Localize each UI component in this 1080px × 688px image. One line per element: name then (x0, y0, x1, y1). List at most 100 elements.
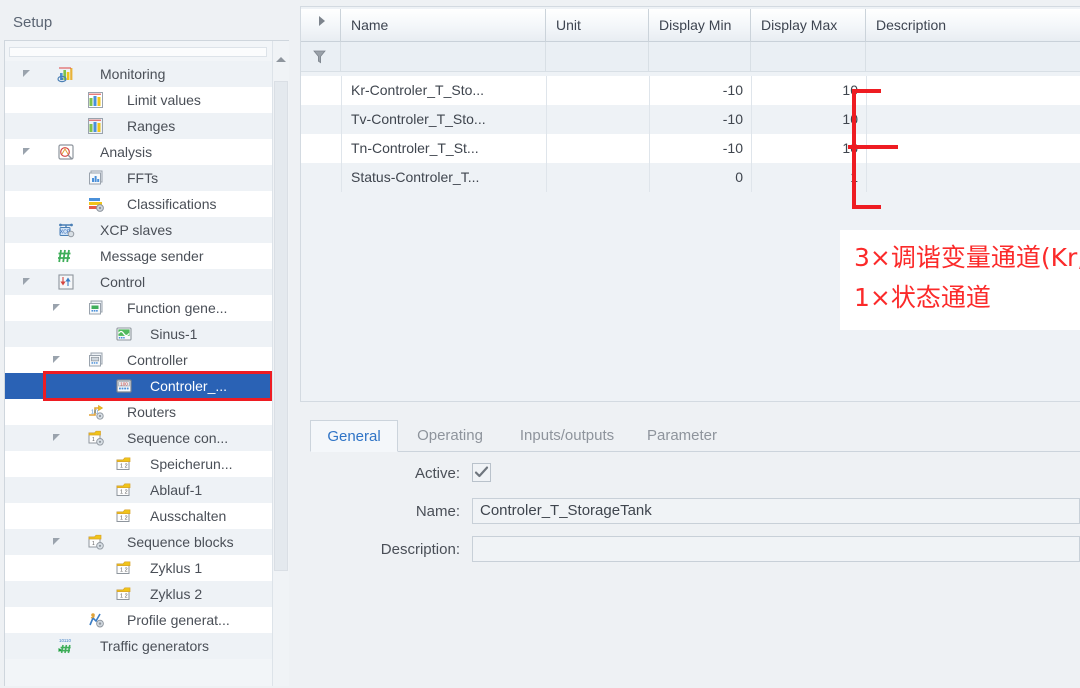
row-indicator-icon (319, 16, 325, 26)
detail-tabstrip[interactable]: General Operating Inputs/outputs Parameter (310, 420, 1080, 452)
grid-filter-cell-unit[interactable] (546, 42, 649, 72)
cell-display-min[interactable]: -10 (649, 105, 751, 134)
scrollbar-thumb[interactable] (274, 81, 288, 571)
sidebar-item-label: Monitoring (100, 66, 166, 82)
grid-column-header-name[interactable]: Name (341, 9, 546, 42)
sidebar-item-sequence-blocks[interactable]: 1 Sequence blocks (5, 529, 273, 555)
table-row[interactable]: Tv-Controler_T_Sto... -10 10 (301, 105, 1080, 134)
expander-triangle-icon[interactable] (53, 434, 62, 443)
grid-column-header-description[interactable]: Description (866, 9, 1080, 42)
bar-chart-icon (88, 118, 103, 134)
table-row[interactable]: Status-Controler_T... 0 1 (301, 163, 1080, 192)
cell-unit[interactable] (546, 163, 649, 192)
cell-unit[interactable] (546, 105, 649, 134)
cell-name[interactable]: Status-Controler_T... (341, 163, 546, 192)
sidebar-item-message-sender[interactable]: Message sender (5, 243, 273, 269)
sidebar-item-label: Ranges (127, 118, 176, 134)
sinus-icon (116, 327, 132, 341)
grid-filter-cell-display-max[interactable] (751, 42, 866, 72)
sidebar-item-profile-generat[interactable]: Profile generat... (5, 607, 273, 633)
tab-parameter[interactable]: Parameter (632, 420, 732, 452)
expander-triangle-icon[interactable] (23, 148, 32, 157)
grid-filter-toggle-cell[interactable] (301, 42, 341, 72)
grid-column-header-display-min[interactable]: Display Min (649, 9, 751, 42)
cell-display-min[interactable]: -10 (649, 76, 751, 105)
active-label: Active: (414, 465, 460, 482)
sidebar-item-limit-values[interactable]: Limit values (5, 87, 273, 113)
sidebar-item-ausschalten[interactable]: 1 2 Ausschalten (5, 503, 273, 529)
svg-text:10110: 10110 (59, 638, 71, 643)
table-row[interactable]: Tn-Controler_T_St... -10 10 (301, 134, 1080, 163)
traffic-generators-icon: 10110 (58, 638, 71, 654)
cell-unit[interactable] (546, 76, 649, 105)
sidebar-item-monitoring[interactable]: Monitoring (5, 61, 273, 87)
sidebar-item-label: FFTs (127, 170, 159, 186)
expander-triangle-icon[interactable] (23, 70, 32, 79)
sidebar-item-zyklus-2[interactable]: 1 2 Zyklus 2 (5, 581, 273, 607)
cell-separator (751, 163, 752, 192)
grid-header-row: Name Unit Display Min Display Max Descriptio… (301, 9, 1080, 42)
sidebar-item-traffic-generators[interactable]: 10110 Traffic generators (5, 633, 273, 659)
name-input[interactable]: Controler_T_StorageTank (472, 498, 1080, 524)
setup-tree[interactable]: Monitoring Limit values Ranges Analysis FFTs… (5, 61, 273, 659)
cell-display-min[interactable]: -10 (649, 134, 751, 163)
sidebar-item-control[interactable]: Control (5, 269, 273, 295)
svg-text:1: 1 (120, 516, 123, 522)
sidebar-item-label: Ablauf-1 (150, 482, 203, 498)
grid-column-header-unit[interactable]: Unit (546, 9, 649, 42)
sidebar-item-controller[interactable]: Controller (5, 347, 273, 373)
expander-triangle-icon[interactable] (53, 304, 62, 313)
sequence-icon: 12 (116, 483, 131, 496)
cell-name[interactable]: Tv-Controler_T_Sto... (341, 105, 546, 134)
sidebar-item-zyklus-1[interactable]: 1 2 Zyklus 1 (5, 555, 273, 581)
grid-filter-cell-display-min[interactable] (649, 42, 751, 72)
message-sender-icon (58, 249, 71, 263)
tree-search-strip[interactable] (9, 47, 267, 57)
tab-inputs-outputs[interactable]: Inputs/outputs (502, 420, 632, 452)
sidebar-item-controler[interactable]: 100 Controler_... (5, 373, 273, 399)
sidebar-item-sinus-1[interactable]: Sinus-1 (5, 321, 273, 347)
description-input[interactable] (472, 536, 1080, 562)
sequence-blocks-icon: 1 (88, 534, 104, 550)
sidebar-item-ffts[interactable]: FFTs (5, 165, 273, 191)
table-row[interactable]: Kr-Controler_T_Sto... -10 10 (301, 76, 1080, 105)
tab-operating[interactable]: Operating (398, 420, 502, 452)
cell-name[interactable]: Kr-Controler_T_Sto... (341, 76, 546, 105)
sidebar-item-speicherun[interactable]: 1 2 Speicherun... (5, 451, 273, 477)
grid-body[interactable]: Kr-Controler_T_Sto... -10 10 Tv-Controler_T… (301, 76, 1080, 192)
cell-separator (341, 76, 342, 105)
sidebar-item-sequence-con[interactable]: 1 Sequence con... (5, 425, 273, 451)
sidebar-item-ablauf-1[interactable]: 1 2 Ablauf-1 (5, 477, 273, 503)
sidebar-item-label: Zyklus 2 (150, 586, 203, 602)
sidebar-item-function-gene[interactable]: Function gene... (5, 295, 273, 321)
grid-filter-row[interactable] (301, 42, 1080, 72)
sidebar-item-label: Message sender (100, 248, 204, 264)
setup-tree-scrollbar[interactable] (272, 41, 289, 686)
grid-column-header-display-max[interactable]: Display Max (751, 9, 866, 42)
name-field-row: Name: Controler_T_StorageTank (300, 498, 1080, 526)
grid-filter-cell-name[interactable] (341, 42, 546, 72)
cell-display-min[interactable]: 0 (649, 163, 751, 192)
grid-filter-cell-description[interactable] (866, 42, 1080, 72)
sidebar-item-label: Speicherun... (150, 456, 233, 472)
analysis-icon (58, 144, 74, 160)
sequence-icon: 12 (116, 457, 131, 470)
cell-name[interactable]: Tn-Controler_T_St... (341, 134, 546, 163)
sidebar-item-analysis[interactable]: Analysis (5, 139, 273, 165)
sidebar-item-ranges[interactable]: Ranges (5, 113, 273, 139)
active-checkbox[interactable] (472, 463, 491, 482)
sidebar-item-xcp-slaves[interactable]: XCP XCP slaves (5, 217, 273, 243)
cell-unit[interactable] (546, 134, 649, 163)
svg-text:2: 2 (125, 594, 128, 600)
cell-separator (649, 163, 650, 192)
expander-triangle-icon[interactable] (23, 278, 32, 287)
scroll-up-arrow-icon[interactable] (273, 43, 289, 77)
svg-text:1: 1 (120, 594, 123, 600)
tab-general[interactable]: General (310, 420, 398, 452)
expander-triangle-icon[interactable] (53, 538, 62, 547)
sidebar-item-classifications[interactable]: Classifications (5, 191, 273, 217)
setup-panel: Setup Monitoring Limit values Ranges Analys… (0, 0, 292, 688)
expander-triangle-icon[interactable] (53, 356, 62, 365)
sidebar-item-routers[interactable]: 1/0 Routers (5, 399, 273, 425)
function-generator-icon (89, 300, 103, 315)
